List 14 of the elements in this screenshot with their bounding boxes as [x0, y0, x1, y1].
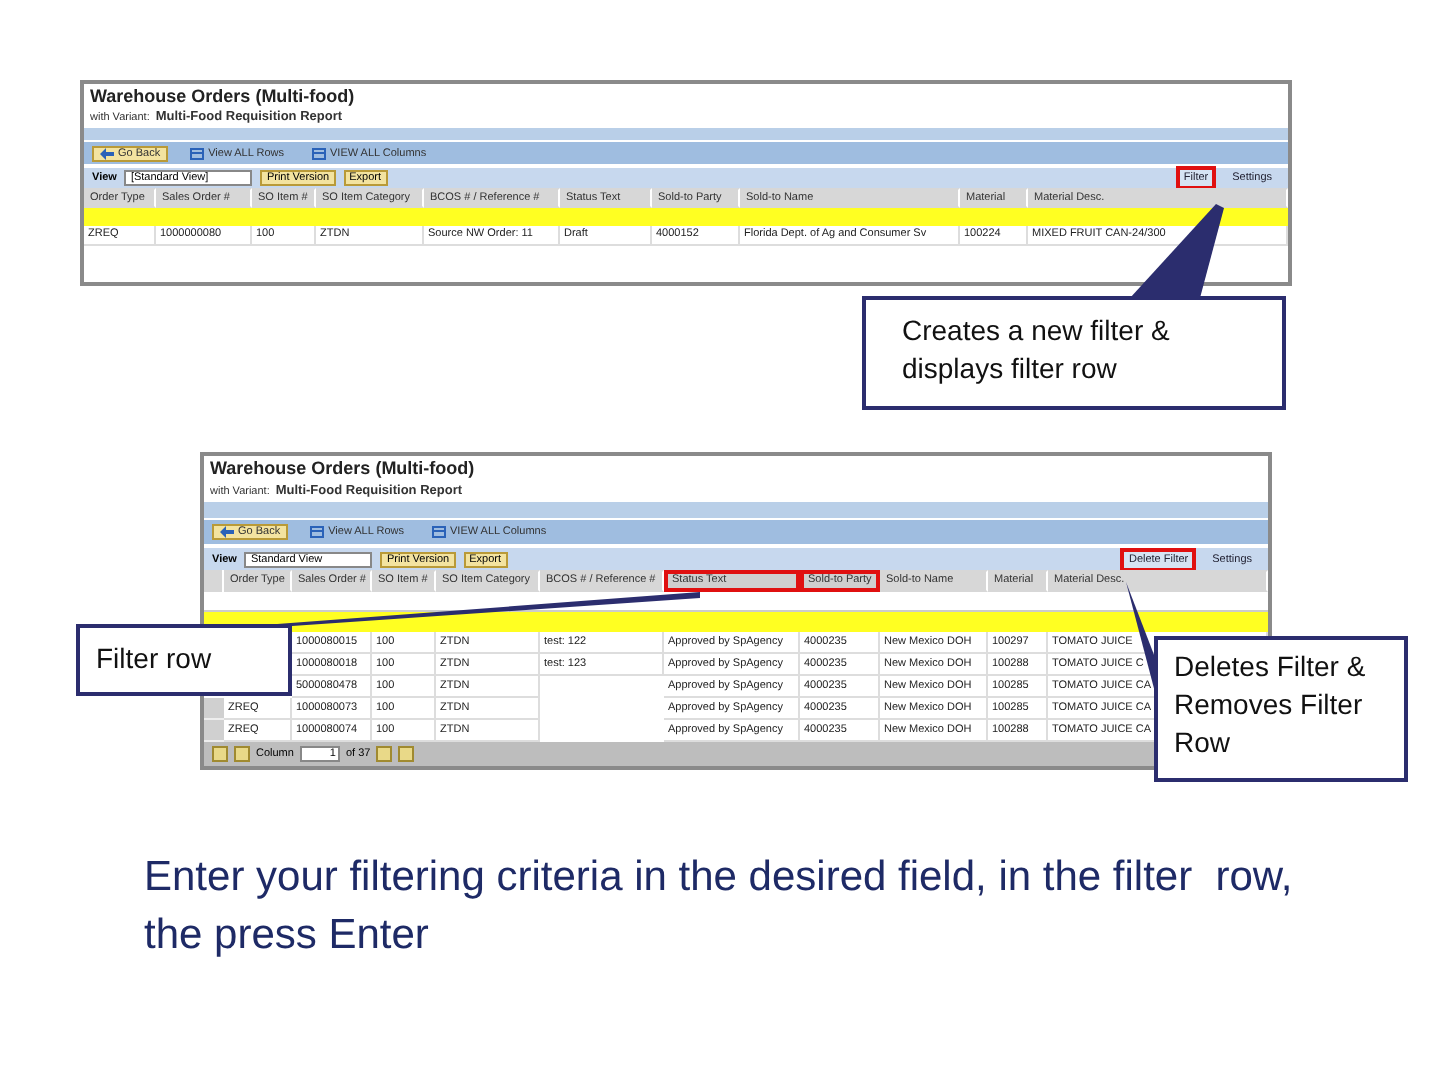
callout-text: Creates a new filter & displays filter row — [862, 296, 1286, 410]
callout-text: Filter row — [76, 624, 292, 696]
table-icon — [432, 526, 447, 538]
row-selector[interactable] — [204, 720, 224, 742]
table-icon — [190, 147, 205, 159]
callout-text: Deletes Filter & Removes Filter Row — [1154, 636, 1408, 782]
report-title: Warehouse Orders (Multi-food) — [208, 456, 477, 482]
back-arrow-icon — [220, 526, 234, 538]
table-icon — [310, 526, 325, 538]
row-selector[interactable] — [204, 698, 224, 720]
report-title: Warehouse Orders (Multi-food) — [88, 84, 357, 108]
table-icon — [312, 147, 327, 159]
back-arrow-icon — [100, 147, 114, 159]
instruction-text: Enter your filtering criteria in the desired field, in the filter row, the press Enter — [144, 852, 1294, 962]
